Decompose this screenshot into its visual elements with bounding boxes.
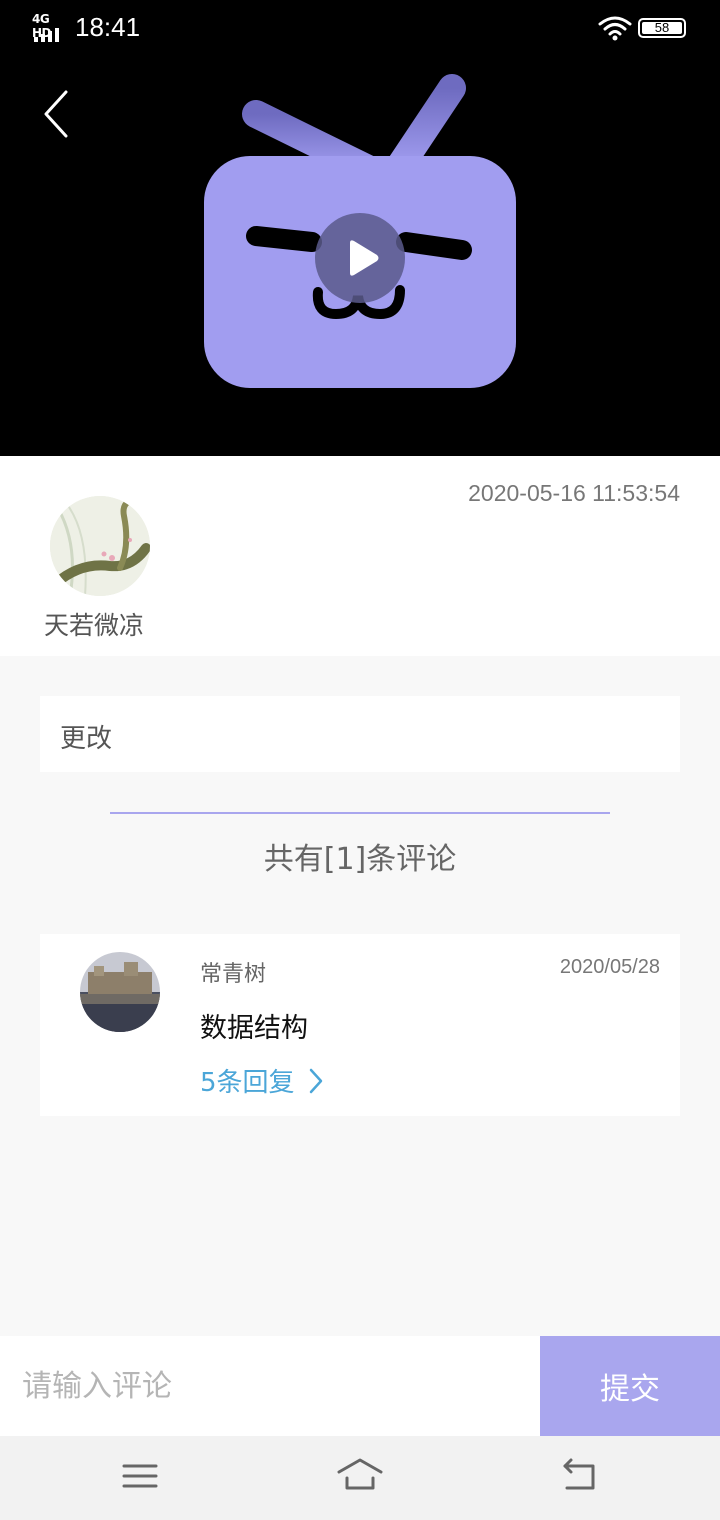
back-icon[interactable]: [555, 1454, 605, 1498]
comment-input[interactable]: [0, 1336, 540, 1436]
battery-icon: 58: [638, 18, 686, 38]
replies-label: 5条回复: [200, 1068, 295, 1098]
replies-link[interactable]: 5条回复: [200, 1062, 323, 1099]
author-section: 2020-05-16 11:53:54 天若微凉: [0, 456, 720, 656]
commenter-avatar[interactable]: [80, 952, 160, 1032]
divider: [110, 812, 610, 814]
submit-button[interactable]: 提交: [540, 1336, 720, 1436]
chevron-right-icon: [309, 1068, 322, 1093]
content-card: 更改: [40, 696, 680, 772]
battery-level: 58: [654, 20, 670, 35]
post-date: 2020-05-16 11:53:54: [468, 480, 680, 506]
comment-item[interactable]: 常青树 2020/05/28 数据结构 5条回复: [40, 934, 680, 1116]
comment-text: 数据结构: [200, 1013, 308, 1044]
back-arrow-icon[interactable]: [36, 86, 76, 142]
comment-count: 共有[1]条评论: [263, 842, 457, 877]
signal-icon: 4G HD: [32, 12, 68, 42]
commenter-name[interactable]: 常青树: [200, 956, 266, 988]
play-icon: [350, 240, 379, 276]
author-avatar[interactable]: [50, 496, 150, 596]
status-bar: 4G HD 18:41 58: [0, 0, 720, 56]
comment-date: 2020/05/28: [559, 956, 660, 978]
video-player[interactable]: [0, 56, 720, 456]
system-nav-bar: [0, 1436, 720, 1520]
menu-icon[interactable]: [115, 1454, 165, 1498]
play-button[interactable]: [315, 213, 405, 303]
home-icon[interactable]: [335, 1454, 385, 1498]
comment-input-bar: 提交: [0, 1336, 720, 1436]
author-name[interactable]: 天若微凉: [44, 606, 144, 642]
content-text: 更改: [60, 724, 113, 754]
status-time: 18:41: [75, 12, 141, 42]
wifi-icon: [598, 16, 632, 41]
